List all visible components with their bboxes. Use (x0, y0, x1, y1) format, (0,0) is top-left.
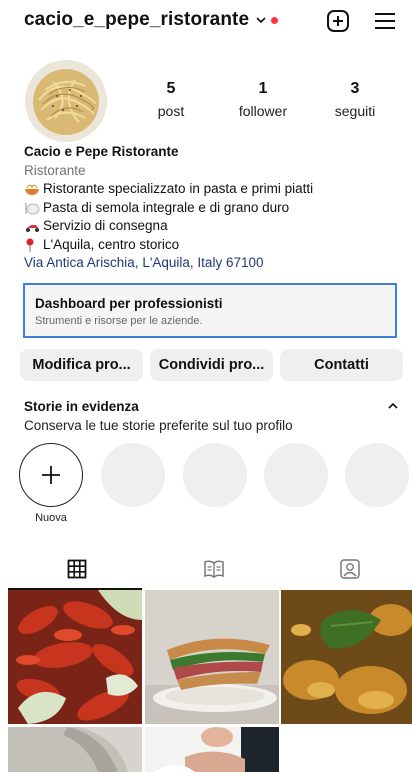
hand-photo (8, 727, 142, 772)
posts-count: 5 (166, 80, 176, 97)
top-bar: cacio_e_pepe_ristorante (0, 0, 412, 44)
post-thumbnail[interactable] (281, 590, 412, 724)
bio-line: Ristorante specializzato in pasta e prim… (24, 180, 394, 199)
followers-count: 1 (258, 80, 268, 97)
sandwich-photo (145, 590, 279, 724)
following-stat[interactable]: 3 seguiti (310, 80, 400, 119)
username: cacio_e_pepe_ristorante (24, 9, 250, 30)
guide-icon (203, 560, 224, 578)
highlight-placeholder (101, 443, 165, 507)
avatar[interactable] (25, 60, 107, 142)
plus-square-icon[interactable] (325, 8, 351, 34)
chevron-down-icon (256, 17, 266, 24)
dashboard-subtitle: Strumenti e risorse per le aziende. (35, 315, 203, 327)
highlight-placeholder (183, 443, 247, 507)
grid-icon (67, 559, 86, 579)
post-thumbnail[interactable] (145, 590, 279, 724)
tab-tagged[interactable] (281, 548, 412, 590)
post-thumbnail[interactable] (8, 590, 142, 724)
account-switcher[interactable]: cacio_e_pepe_ristorante (24, 9, 279, 31)
posts-stat[interactable]: 5 post (126, 80, 216, 119)
pasta-emoji-icon (25, 184, 39, 196)
bio-line: Pasta di semola integrale e di grano dur… (24, 199, 394, 218)
profile-name: Cacio e Pepe Ristorante (24, 144, 179, 159)
tab-guides[interactable] (145, 548, 282, 590)
menu-icon[interactable] (372, 8, 398, 34)
new-highlight-label: Nuova (35, 512, 67, 524)
professional-dashboard[interactable]: Dashboard per professionisti Strumenti e… (23, 283, 397, 338)
dashboard-title: Dashboard per professionisti (35, 296, 223, 311)
bio-line: Servizio di consegna (24, 217, 394, 236)
bio-line: L'Aquila, centro storico (24, 236, 394, 255)
contacts-button[interactable]: Contatti (280, 349, 403, 381)
highlight-placeholder (345, 443, 409, 507)
plus-icon (42, 466, 60, 484)
pasta-basil-photo (281, 590, 412, 724)
chef-photo (145, 727, 279, 772)
posts-grid (8, 590, 412, 772)
crayfish-photo (8, 590, 142, 724)
highlights-title: Storie in evidenza (24, 399, 139, 414)
following-count: 3 (350, 80, 360, 97)
notification-dot (271, 16, 279, 24)
highlights-subtitle: Conserva le tue storie preferite sul tuo… (24, 418, 293, 433)
profile-tabs (0, 548, 412, 590)
share-profile-button[interactable]: Condividi pro... (150, 349, 273, 381)
profile-bio: Cacio e Pepe Ristorante Ristorante Risto… (24, 143, 394, 273)
post-thumbnail[interactable] (8, 727, 142, 772)
highlight-placeholder (264, 443, 328, 507)
posts-label: post (157, 103, 185, 119)
post-thumbnail[interactable] (145, 727, 279, 772)
address-link[interactable]: Via Antica Arischia, L'Aquila, Italy 671… (24, 254, 394, 273)
scooter-emoji-icon (26, 225, 39, 233)
pin-emoji-icon (26, 238, 34, 252)
followers-label: follower (238, 103, 288, 119)
followers-stat[interactable]: 1 follower (218, 80, 308, 119)
avatar-pasta-image (25, 60, 107, 142)
profile-category: Ristorante (24, 162, 86, 178)
following-label: seguiti (334, 103, 376, 119)
new-highlight-button[interactable] (19, 443, 83, 507)
tagged-icon (339, 559, 360, 579)
plate-emoji-icon (25, 202, 40, 215)
tab-posts-grid[interactable] (8, 548, 145, 590)
edit-profile-button[interactable]: Modifica pro... (20, 349, 143, 381)
chevron-up-icon[interactable] (388, 402, 398, 410)
